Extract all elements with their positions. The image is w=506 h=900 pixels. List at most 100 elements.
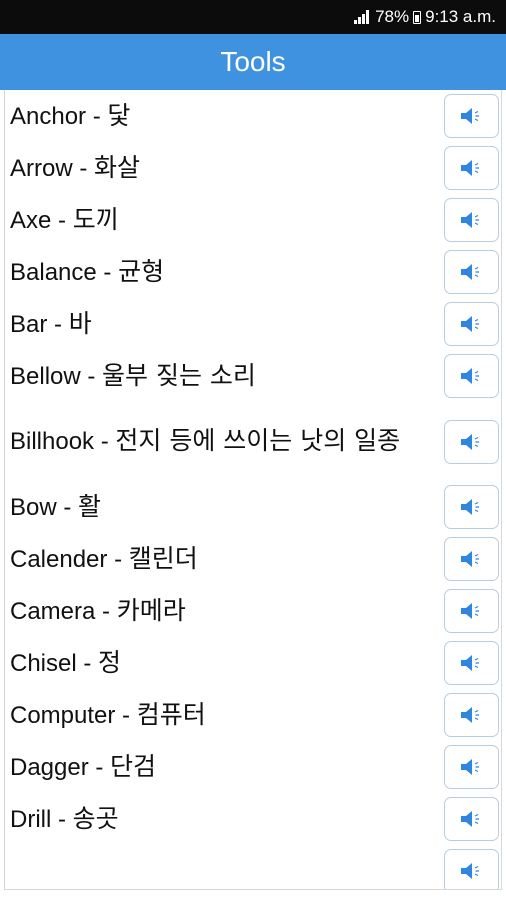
list-item[interactable]: Billhook - 전지 등에 쓰이는 낫의 일종 [5, 402, 501, 481]
play-audio-button[interactable] [444, 302, 499, 346]
korean-word: 도끼 [72, 204, 119, 234]
separator: - [51, 805, 73, 833]
english-word: Anchor [10, 102, 87, 130]
status-bar: 78% 9:13 a.m. [0, 0, 506, 34]
speaker-icon [458, 653, 486, 673]
separator: - [88, 753, 111, 781]
speaker-icon [458, 861, 486, 881]
play-audio-button[interactable] [444, 745, 499, 789]
word-entry: Balance - 균형 [10, 257, 501, 288]
korean-word: 울부 짖는 소리 [102, 360, 256, 390]
list-item[interactable]: Arrow - 화살 [5, 142, 501, 194]
app-header: Tools [0, 34, 506, 90]
battery-percent: 78% [375, 7, 410, 26]
separator: - [72, 154, 94, 182]
speaker-icon [458, 432, 486, 452]
separator: - [56, 493, 79, 521]
word-entry: Bar - 바 [10, 309, 501, 340]
korean-word: 정 [98, 647, 122, 677]
signal-icon [354, 10, 370, 24]
word-entry: Billhook - 전지 등에 쓰이는 낫의 일종 [10, 426, 501, 457]
speaker-icon [458, 314, 486, 334]
english-word: Bow [10, 493, 57, 521]
word-entry: Bow - 활 [10, 492, 501, 523]
english-word: Drill [10, 805, 52, 833]
separator: - [51, 206, 73, 234]
korean-word: 활 [78, 491, 102, 521]
korean-word: 닻 [107, 100, 131, 130]
play-audio-button[interactable] [444, 354, 499, 398]
list-item[interactable]: Drill - 송곳 [5, 793, 501, 845]
list-item[interactable] [5, 845, 501, 889]
english-word: Arrow [10, 154, 73, 182]
korean-word: 캘린더 [128, 543, 198, 573]
word-entry: Anchor - 닻 [10, 101, 501, 132]
play-audio-button[interactable] [444, 693, 499, 737]
english-word: Bar [10, 310, 48, 338]
separator: - [76, 649, 99, 677]
korean-word: 송곳 [72, 803, 119, 833]
english-word: Axe [10, 206, 52, 234]
play-audio-button[interactable] [444, 641, 499, 685]
play-audio-button[interactable] [444, 198, 499, 242]
page-title: Tools [220, 46, 286, 77]
list-item[interactable]: Camera - 카메라 [5, 585, 501, 637]
speaker-icon [458, 497, 486, 517]
separator: - [47, 310, 69, 338]
english-word: Billhook [10, 428, 95, 456]
word-entry: Arrow - 화살 [10, 153, 501, 184]
speaker-icon [458, 757, 486, 777]
play-audio-button[interactable] [444, 589, 499, 633]
korean-word: 화살 [94, 152, 141, 182]
separator: - [94, 428, 116, 456]
play-audio-button[interactable] [444, 537, 499, 581]
separator: - [95, 597, 117, 625]
separator: - [96, 258, 119, 286]
play-audio-button[interactable] [444, 250, 499, 294]
speaker-icon [458, 366, 486, 386]
english-word: Calender [10, 545, 108, 573]
english-word: Dagger [10, 753, 89, 781]
word-entry: Calender - 캘린더 [10, 544, 501, 575]
play-audio-button[interactable] [444, 797, 499, 841]
clock: 9:13 a.m. [425, 7, 496, 26]
list-item[interactable]: Calender - 캘린더 [5, 533, 501, 585]
korean-word: 바 [68, 308, 92, 338]
play-audio-button[interactable] [444, 849, 499, 889]
speaker-icon [458, 705, 486, 725]
word-entry: Chisel - 정 [10, 648, 501, 679]
korean-word: 균형 [118, 256, 165, 286]
list-item[interactable]: Bow - 활 [5, 481, 501, 533]
speaker-icon [458, 158, 486, 178]
play-audio-button[interactable] [444, 146, 499, 190]
speaker-icon [458, 601, 486, 621]
list-item[interactable]: Bar - 바 [5, 298, 501, 350]
korean-word: 전지 등에 쓰이는 낫의 일종 [115, 426, 401, 456]
list-item[interactable]: Anchor - 닻 [5, 90, 501, 142]
list-item[interactable]: Bellow - 울부 짖는 소리 [5, 350, 501, 402]
list-item[interactable]: Axe - 도끼 [5, 194, 501, 246]
separator: - [86, 102, 108, 130]
list-item[interactable]: Dagger - 단검 [5, 741, 501, 793]
play-audio-button[interactable] [444, 419, 499, 464]
list-item[interactable]: Chisel - 정 [5, 637, 501, 689]
word-entry: Bellow - 울부 짖는 소리 [10, 361, 501, 392]
english-word: Balance [10, 258, 97, 286]
word-list[interactable]: Anchor - 닻 Arrow - 화살 Axe - 도끼 Balance - 균형… [4, 90, 502, 890]
separator: - [107, 545, 129, 573]
speaker-icon [458, 106, 486, 126]
speaker-icon [458, 210, 486, 230]
separator: - [80, 362, 103, 390]
list-item[interactable]: Balance - 균형 [5, 246, 501, 298]
battery-icon [413, 10, 422, 24]
english-word: Chisel [10, 649, 77, 677]
speaker-icon [458, 809, 486, 829]
word-entry: Drill - 송곳 [10, 804, 501, 835]
word-entry: Camera - 카메라 [10, 596, 501, 627]
korean-word: 단검 [110, 751, 157, 781]
speaker-icon [458, 549, 486, 569]
play-audio-button[interactable] [444, 94, 499, 138]
list-item[interactable]: Computer - 컴퓨터 [5, 689, 501, 741]
play-audio-button[interactable] [444, 485, 499, 529]
korean-word: 컴퓨터 [136, 699, 206, 729]
